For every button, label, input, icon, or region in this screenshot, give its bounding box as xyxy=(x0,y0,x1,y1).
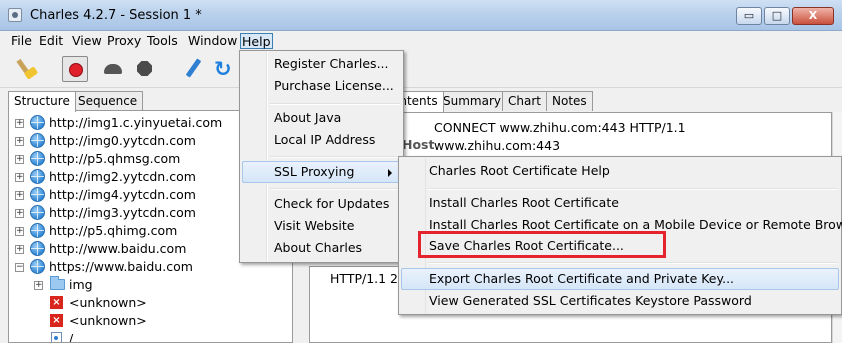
globe-icon xyxy=(30,151,45,166)
breakpoints-hexagon-icon[interactable] xyxy=(132,56,158,82)
menu-item-about-charles[interactable]: About Charles xyxy=(242,237,401,259)
expand-toggle[interactable]: + xyxy=(15,119,24,128)
tree-row-label: http://img0.yytcdn.com xyxy=(49,133,196,148)
tree-row-label: <unknown> xyxy=(69,295,147,310)
menu-item-view-keystore-password[interactable]: View Generated SSL Certificates Keystore… xyxy=(401,290,839,312)
document-icon xyxy=(51,332,62,342)
help-menu-dropdown: Register Charles... Purchase License... … xyxy=(239,50,404,263)
globe-icon xyxy=(30,187,45,202)
close-button[interactable]: X xyxy=(792,7,834,25)
request-line: CONNECT www.zhihu.com:443 HTTP/1.1 xyxy=(434,120,686,135)
collapse-toggle[interactable]: − xyxy=(15,263,24,272)
tab-summary[interactable]: Summary xyxy=(437,91,507,111)
highlight-annotation-box xyxy=(418,231,666,258)
menu-edit[interactable]: Edit xyxy=(38,33,64,49)
expand-toggle[interactable]: + xyxy=(15,173,24,182)
tree-row[interactable]: × <unknown> xyxy=(9,294,292,312)
menu-help[interactable]: Help xyxy=(240,33,273,49)
tab-structure[interactable]: Structure xyxy=(8,91,76,112)
refresh-icon[interactable]: ↻ xyxy=(214,56,240,82)
menu-separator xyxy=(429,188,837,190)
tree-row-label: <unknown> xyxy=(69,313,147,328)
menu-tools[interactable]: Tools xyxy=(146,33,179,49)
tree-row[interactable]: × <unknown> xyxy=(9,312,292,330)
expand-toggle[interactable]: + xyxy=(15,227,24,236)
globe-icon xyxy=(30,223,45,238)
tree-row-label: img xyxy=(69,277,93,292)
expand-toggle[interactable]: + xyxy=(15,209,24,218)
expand-toggle[interactable]: + xyxy=(15,191,24,200)
title-bar: Charles 4.2.7 - Session 1 * ▭ □ X xyxy=(0,0,842,31)
submenu-arrow-icon xyxy=(388,169,392,177)
globe-icon xyxy=(30,133,45,148)
window-title: Charles 4.2.7 - Session 1 * xyxy=(30,8,202,23)
tree-row[interactable]: / xyxy=(9,330,292,343)
menu-item-ssl-proxying-label: SSL Proxying xyxy=(274,164,355,179)
menu-item-check-for-updates[interactable]: Check for Updates xyxy=(242,193,401,215)
tree-row-label: http://img3.yytcdn.com xyxy=(49,205,196,220)
menu-file[interactable]: File xyxy=(10,33,33,49)
toolbar: ↻ xyxy=(0,51,842,88)
menu-item-purchase-license[interactable]: Purchase License... xyxy=(242,75,401,97)
globe-icon xyxy=(30,115,45,130)
tree-row-label: http://img1.c.yinyuetai.com xyxy=(49,115,223,130)
minimize-button[interactable]: ▭ xyxy=(736,7,762,25)
menu-item-about-java[interactable]: About Java xyxy=(242,107,401,129)
tree-row-label: http://p5.qhimg.com xyxy=(49,223,178,238)
tab-chart[interactable]: Chart xyxy=(502,91,547,111)
tree-row-label: http://p5.qhmsg.com xyxy=(49,151,181,166)
expand-toggle[interactable]: + xyxy=(15,245,24,254)
menu-view[interactable]: View xyxy=(71,33,103,49)
expand-toggle[interactable]: + xyxy=(15,137,24,146)
menu-item-visit-website[interactable]: Visit Website xyxy=(242,215,401,237)
expand-toggle[interactable]: + xyxy=(34,281,43,290)
menu-window[interactable]: Window xyxy=(187,33,238,49)
menu-item-ssl-proxying[interactable]: SSL Proxying xyxy=(242,161,401,183)
menu-separator xyxy=(429,262,837,264)
tree-row-label: / xyxy=(69,331,74,343)
menu-item-local-ip-address[interactable]: Local IP Address xyxy=(242,129,401,151)
throttle-turtle-icon[interactable] xyxy=(100,56,126,82)
menu-item-export-root-certificate[interactable]: Export Charles Root Certificate and Priv… xyxy=(401,268,839,290)
tab-notes[interactable]: Notes xyxy=(546,91,593,111)
tree-row[interactable]: + img xyxy=(9,276,292,294)
record-icon[interactable] xyxy=(62,56,88,82)
tree-row-label: https://www.baidu.com xyxy=(49,259,193,274)
tab-sequence[interactable]: Sequence xyxy=(72,91,144,111)
globe-icon xyxy=(30,205,45,220)
tree-row-label: http://www.baidu.com xyxy=(49,241,187,256)
host-header-key: Host xyxy=(402,137,435,152)
error-x-icon: × xyxy=(50,296,63,309)
folder-icon xyxy=(50,276,65,290)
globe-icon xyxy=(30,169,45,184)
menu-separator xyxy=(270,156,400,158)
expand-toggle[interactable]: + xyxy=(15,155,24,164)
broom-icon[interactable] xyxy=(16,56,42,82)
tree-row-label: http://img4.yytcdn.com xyxy=(49,187,196,202)
tree-row-label: http://img2.yytcdn.com xyxy=(49,169,196,184)
menu-proxy[interactable]: Proxy xyxy=(106,33,142,49)
menu-item-install-root-certificate[interactable]: Install Charles Root Certificate xyxy=(401,192,839,214)
menu-item-register-charles[interactable]: Register Charles... xyxy=(242,53,401,75)
menu-separator xyxy=(270,103,400,105)
error-x-icon: × xyxy=(50,314,63,327)
menu-item-root-certificate-help[interactable]: Charles Root Certificate Help xyxy=(401,160,839,182)
charles-app-icon xyxy=(8,8,22,22)
globe-icon xyxy=(30,241,45,256)
globe-icon xyxy=(30,259,45,274)
response-status-line: HTTP/1.1 2 xyxy=(330,271,399,286)
menu-separator xyxy=(270,188,400,190)
maximize-button[interactable]: □ xyxy=(764,7,790,25)
host-header-value: www.zhihu.com:443 xyxy=(434,138,561,153)
menu-bar: File Edit View Proxy Tools Window Help xyxy=(0,31,842,51)
compose-pen-icon[interactable] xyxy=(180,56,206,82)
